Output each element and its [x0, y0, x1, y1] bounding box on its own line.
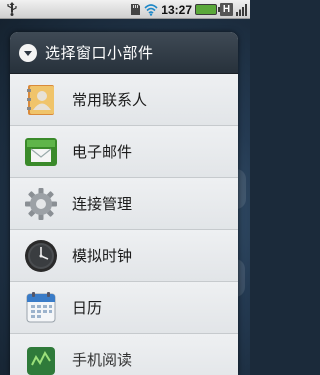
- widget-item-label: 常用联系人: [72, 91, 148, 109]
- calendar-icon: [26, 291, 56, 322]
- chevron-down-circle-icon: [19, 43, 37, 62]
- dialog-header: 选择窗口小部件: [10, 32, 238, 74]
- contacts-icon: [27, 84, 54, 115]
- wifi-icon: [144, 4, 158, 16]
- gear-icon: [25, 187, 57, 220]
- widget-item-phone-reading[interactable]: 手机阅读: [10, 334, 238, 375]
- widget-item-connection-manager[interactable]: 连接管理: [10, 178, 238, 230]
- hspa-icon: H: [220, 3, 233, 16]
- phone-reading-icon: [27, 346, 55, 375]
- signal-icon: [236, 4, 247, 16]
- email-icon: [25, 137, 57, 166]
- widget-item-calendar[interactable]: 日历: [10, 282, 238, 334]
- sd-card-icon: [131, 4, 141, 15]
- choose-widget-dialog: 选择窗口小部件 常用联系人 电子邮件 连接管理 模拟时钟 日历 手机阅读: [10, 32, 238, 375]
- widget-list: 常用联系人 电子邮件 连接管理 模拟时钟 日历 手机阅读: [10, 74, 238, 375]
- widget-item-label: 日历: [72, 299, 103, 317]
- widget-item-email[interactable]: 电子邮件: [10, 126, 238, 178]
- battery-icon: [195, 4, 220, 15]
- widget-item-contacts[interactable]: 常用联系人: [10, 74, 238, 126]
- status-time: 13:27: [161, 2, 192, 17]
- analog-clock-icon: [25, 239, 57, 272]
- widget-item-label: 手机阅读: [72, 351, 133, 369]
- usb-icon: [7, 2, 17, 16]
- dialog-title: 选择窗口小部件: [45, 44, 154, 62]
- widget-item-label: 电子邮件: [72, 143, 133, 161]
- widget-item-analog-clock[interactable]: 模拟时钟: [10, 230, 238, 282]
- widget-item-label: 模拟时钟: [72, 247, 133, 265]
- widget-item-label: 连接管理: [72, 195, 133, 213]
- status-bar: 13:27 H: [0, 0, 250, 19]
